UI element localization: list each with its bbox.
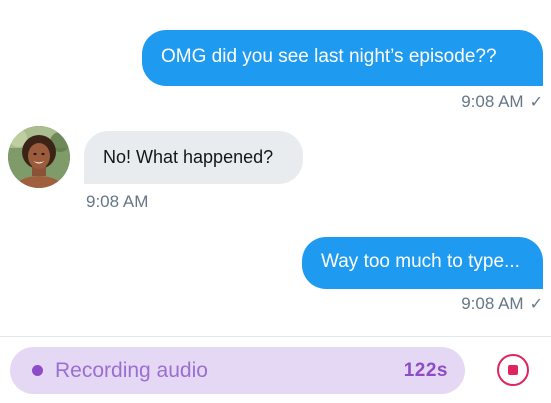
message-timestamp: 9:08 AM [86,192,149,211]
message-meta: 9:08 AM ✓ [461,92,543,113]
recording-indicator: Recording audio 122s [10,347,465,394]
message-timestamp: 9:08 AM [461,92,524,111]
outgoing-message-bubble[interactable]: Way too much to type... [302,237,543,289]
check-icon: ✓ [529,296,543,313]
stop-recording-button[interactable] [497,354,529,386]
message-text: OMG did you see last night’s episode?? [161,46,497,67]
message-text: No! What happened? [103,147,274,167]
recording-duration: 122s [403,360,448,381]
incoming-message-bubble[interactable]: No! What happened? [84,131,303,184]
avatar-photo [8,126,70,188]
check-icon: ✓ [529,94,543,111]
avatar[interactable] [8,126,70,188]
chat-screen: OMG did you see last night’s episode?? 9… [0,0,551,403]
recording-label: Recording audio [55,359,208,382]
message-text: Way too much to type... [321,251,520,272]
message-timestamp: 9:08 AM [461,294,524,313]
stop-icon [508,365,518,375]
composer-divider [0,336,551,337]
recording-dot-icon [32,365,43,376]
message-meta: 9:08 AM ✓ [461,294,543,315]
outgoing-message-bubble[interactable]: OMG did you see last night’s episode?? [142,30,543,86]
